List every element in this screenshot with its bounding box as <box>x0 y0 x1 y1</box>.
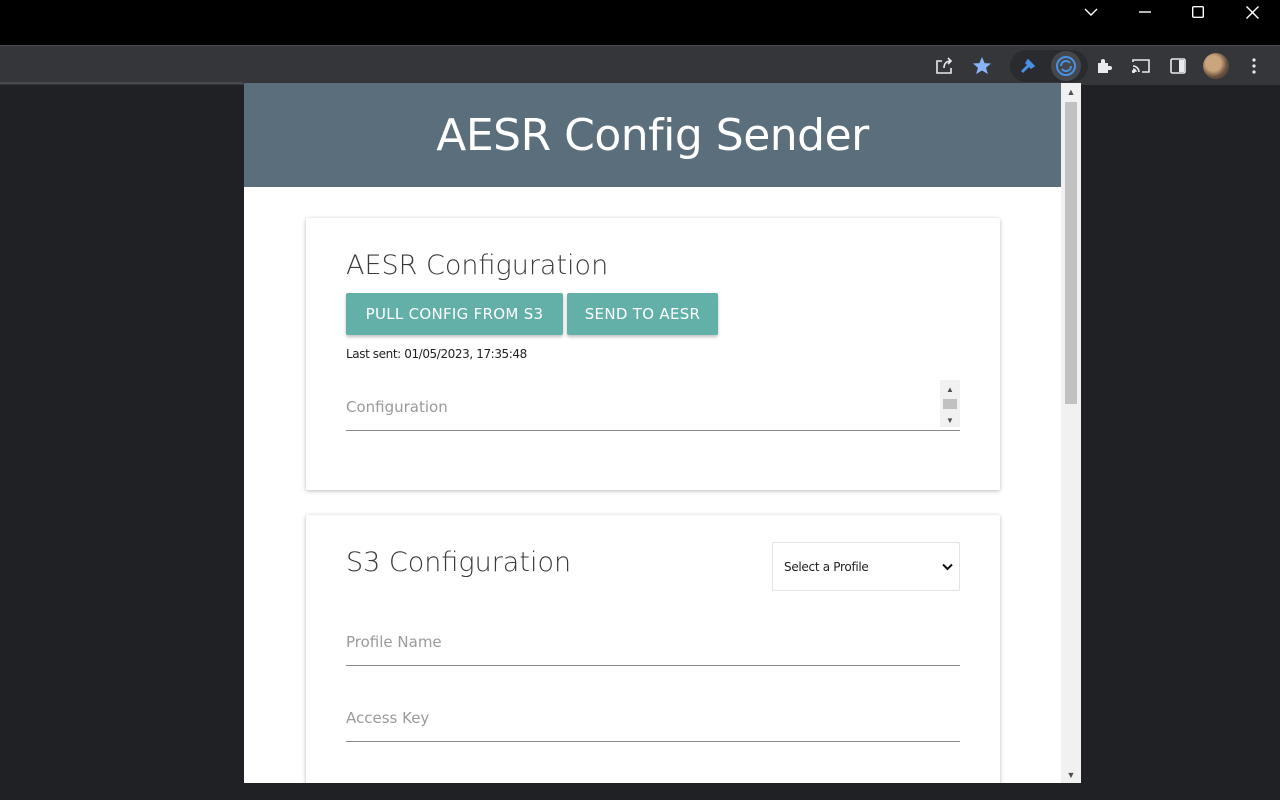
more-icon[interactable] <box>1241 53 1267 79</box>
aesr-configuration-card: AESR Configuration PULL CONFIG FROM S3 S… <box>306 218 1000 490</box>
app-title: AESR Config Sender <box>436 109 869 161</box>
pull-config-button[interactable]: PULL CONFIG FROM S3 <box>346 293 563 335</box>
avatar[interactable] <box>1203 53 1229 79</box>
profile-select[interactable]: Select a Profile <box>772 542 960 591</box>
app-header: AESR Config Sender <box>244 83 1061 187</box>
puzzle-icon[interactable] <box>1091 53 1117 79</box>
send-to-aesr-button[interactable]: SEND TO AESR <box>567 293 718 335</box>
extension-aesr-icon[interactable] <box>1015 53 1041 79</box>
popup-scroll-thumb[interactable] <box>1065 102 1077 404</box>
configuration-placeholder: Configuration <box>346 398 448 416</box>
extension-popup: AESR Config Sender AESR Configuration PU… <box>244 83 1081 783</box>
profile-name-placeholder: Profile Name <box>346 633 442 651</box>
popup-scrollbar[interactable]: ▲ ▼ <box>1061 83 1081 783</box>
access-key-input[interactable]: Access Key <box>346 702 960 742</box>
profile-select-value: Select a Profile <box>784 559 869 574</box>
share-icon[interactable] <box>931 53 957 79</box>
browser-toolbar <box>0 45 1280 85</box>
toolbar-divider <box>0 82 243 84</box>
side-panel-icon[interactable] <box>1165 53 1191 79</box>
access-key-placeholder: Access Key <box>346 709 430 727</box>
configuration-textarea[interactable]: Configuration ▲ ▼ <box>346 380 960 431</box>
scroll-up-arrow-icon[interactable]: ▲ <box>1061 83 1081 100</box>
aesr-configuration-title: AESR Configuration <box>346 250 609 281</box>
close-icon[interactable] <box>1225 0 1279 24</box>
last-sent-timestamp: Last sent: 01/05/2023, 17:35:48 <box>346 347 527 361</box>
extension-sync-icon[interactable] <box>1053 53 1079 79</box>
scroll-down-arrow-icon[interactable]: ▼ <box>1061 766 1081 783</box>
textarea-scroll-thumb[interactable] <box>943 399 957 409</box>
maximize-icon[interactable] <box>1171 0 1225 24</box>
s3-configuration-card: S3 Configuration Select a Profile Profil… <box>306 515 1000 783</box>
profile-name-input[interactable]: Profile Name <box>346 626 960 666</box>
minimize-icon[interactable] <box>1118 0 1172 24</box>
window-title-bar <box>0 0 1280 45</box>
chevron-down-icon <box>942 560 953 574</box>
bookmark-star-icon[interactable] <box>969 53 995 79</box>
cast-icon[interactable] <box>1128 53 1154 79</box>
scroll-up-arrow-icon[interactable]: ▲ <box>940 382 960 396</box>
scroll-down-arrow-icon[interactable]: ▼ <box>940 413 960 427</box>
chevron-down-icon[interactable] <box>1064 0 1118 24</box>
s3-configuration-title: S3 Configuration <box>346 547 572 578</box>
textarea-scrollbar[interactable]: ▲ ▼ <box>940 380 960 427</box>
